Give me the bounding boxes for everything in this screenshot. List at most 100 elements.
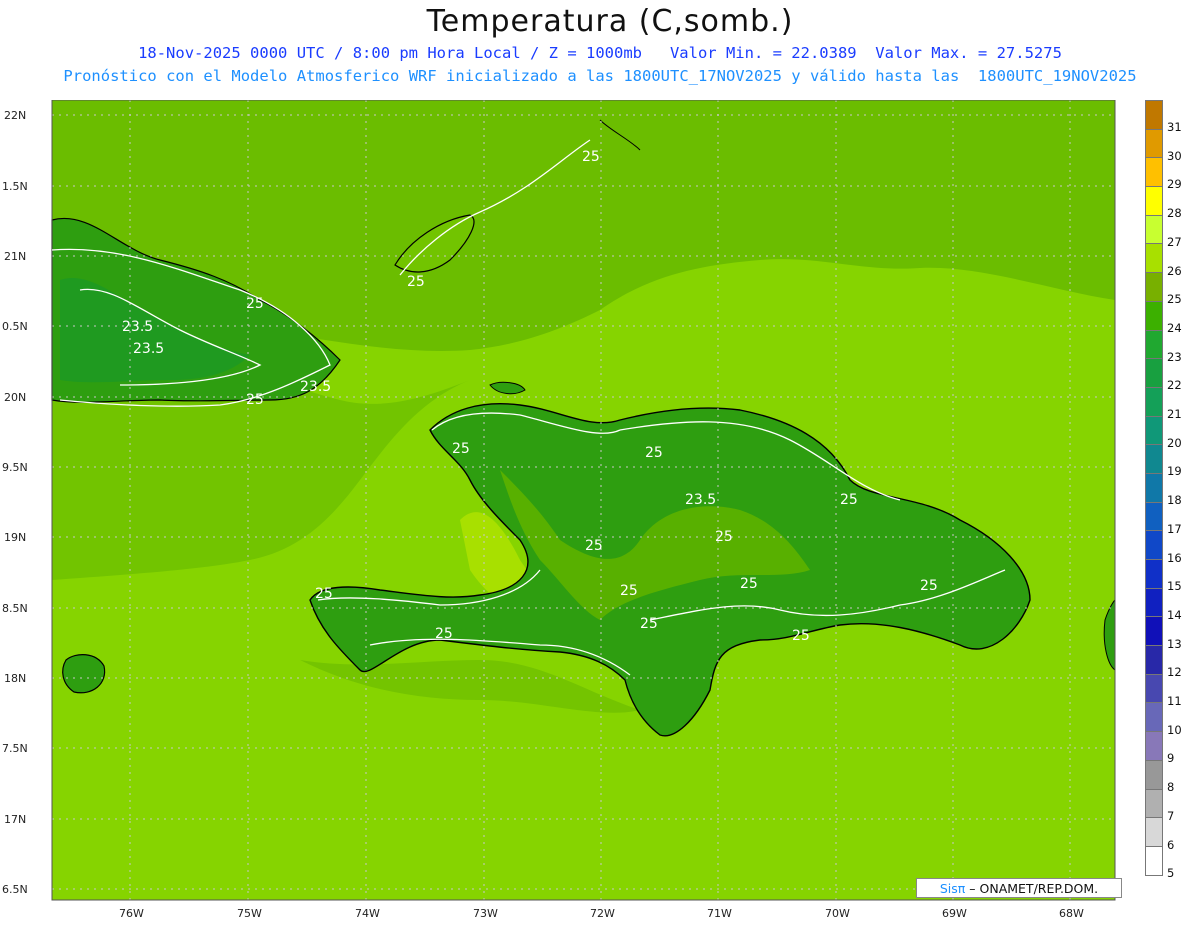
contour-label: 25 (582, 149, 600, 165)
credit-box: Sisπ – ONAMET/REP.DOM. (916, 878, 1122, 898)
colorbar-cell (1145, 845, 1163, 876)
colorbar-cell (1145, 616, 1163, 647)
colorbar-label: 22 (1167, 378, 1182, 393)
temperature-map: 22N 1.5N 21N 0.5N 20N 9.5N 19N 8.5N 18N … (2, 100, 1116, 920)
contour-label: 25 (407, 274, 425, 290)
contour-label: 25 (452, 441, 470, 457)
lat-label: 20N (4, 391, 26, 404)
contour-label: 25 (792, 628, 810, 644)
model-info-line: Pronóstico con el Modelo Atmosferico WRF… (63, 67, 1137, 85)
colorbar-cell (1145, 243, 1163, 274)
colorbar-cell (1145, 788, 1163, 819)
credit-text: – ONAMET/REP.DOM. (969, 881, 1099, 896)
colorbar-cell (1145, 817, 1163, 847)
colorbar-label: 11 (1167, 694, 1182, 708)
contour-label: 23.5 (685, 492, 716, 508)
colorbar-cell (1145, 530, 1163, 560)
colorbar-label: 26 (1167, 263, 1182, 278)
colorbar-cell (1145, 186, 1163, 216)
colorbar-label: 12 (1167, 665, 1182, 680)
contour-label: 23.5 (133, 341, 164, 357)
colorbar-label: 20 (1167, 435, 1182, 450)
lat-label: 17N (4, 813, 26, 826)
colorbar-label: 25 (1167, 292, 1182, 307)
colorbar-label: 19 (1167, 464, 1182, 479)
colorbar-label: 14 (1167, 607, 1182, 622)
contour-label: 25 (840, 492, 858, 508)
colorbar-label: 16 (1167, 550, 1182, 565)
colorbar-label: 18 (1167, 493, 1182, 508)
lat-label: 1.5N (2, 180, 28, 193)
forecast-time-line: 18-Nov-2025 0000 UTC / 8:00 pm Hora Loca… (138, 44, 1062, 62)
lon-label: 73W (473, 907, 498, 920)
contour-label: 25 (246, 296, 264, 312)
map-title: Temperatura (C,somb.) (426, 4, 794, 39)
colorbar-label: 9 (1167, 751, 1175, 766)
colorbar-cell (1145, 128, 1163, 159)
contour-label: 25 (585, 538, 603, 554)
lat-label: 9.5N (2, 461, 28, 474)
lon-label: 71W (707, 907, 732, 920)
colorbar-cell (1145, 329, 1163, 360)
contour-label: 23.5 (122, 319, 153, 335)
colorbar (1145, 100, 1163, 876)
lon-label: 74W (355, 907, 380, 920)
contour-label: 25 (715, 529, 733, 545)
colorbar-cell (1145, 731, 1163, 761)
longitude-labels: 76W 75W 74W 73W 72W 71W 70W 69W 68W (119, 907, 1084, 920)
colorbar-label: 7 (1167, 808, 1175, 823)
colorbar-cell (1145, 157, 1163, 188)
colorbar-label: 27 (1167, 234, 1182, 249)
contour-label: 25 (740, 576, 758, 592)
lat-label: 22N (4, 109, 26, 122)
colorbar-label: 29 (1167, 177, 1182, 192)
colorbar-label: 8 (1167, 780, 1175, 795)
colorbar-label: 30 (1167, 148, 1182, 163)
colorbar-label: 10 (1167, 722, 1182, 737)
colorbar-cell (1145, 673, 1163, 704)
lat-label: 6.5N (2, 883, 28, 896)
colorbar-cell (1145, 472, 1163, 503)
lat-label: 7.5N (2, 742, 28, 755)
contour-label: 25 (315, 586, 333, 602)
colorbar-label: 21 (1167, 407, 1182, 421)
lon-label: 70W (825, 907, 850, 920)
lat-label: 0.5N (2, 320, 28, 333)
contour-label: 25 (620, 583, 638, 599)
colorbar-cell (1145, 702, 1163, 733)
lat-label: 8.5N (2, 602, 28, 615)
sis-logo-text: Sisπ (939, 881, 966, 896)
colorbar-cell (1145, 444, 1163, 474)
lon-label: 72W (590, 907, 615, 920)
colorbar-cell (1145, 386, 1163, 417)
colorbar-cell (1145, 645, 1163, 675)
colorbar-cell (1145, 759, 1163, 790)
lon-label: 68W (1059, 907, 1084, 920)
colorbar-label: 13 (1167, 636, 1182, 651)
colorbar-label: 31 (1167, 120, 1182, 134)
lon-label: 75W (237, 907, 262, 920)
contour-label: 25 (435, 626, 453, 642)
contour-label: 25 (640, 616, 658, 632)
colorbar-label: 28 (1167, 206, 1182, 221)
colorbar-label: 17 (1167, 521, 1182, 536)
colorbar-cell (1145, 214, 1163, 245)
jamaica-land (62, 654, 106, 694)
colorbar-cell (1145, 300, 1163, 331)
colorbar-cell (1145, 272, 1163, 302)
contour-label: 25 (246, 392, 264, 408)
colorbar-label: 15 (1167, 579, 1182, 594)
colorbar-cell (1145, 358, 1163, 388)
lat-label: 21N (4, 250, 26, 263)
colorbar-cell (1145, 587, 1163, 618)
contour-label: 25 (920, 578, 938, 594)
colorbar-label: 6 (1167, 837, 1175, 852)
contour-label: 25 (645, 445, 663, 461)
contour-label: 23.5 (300, 379, 331, 395)
lat-label: 19N (4, 531, 26, 544)
lat-label: 18N (4, 672, 26, 685)
lon-label: 76W (119, 907, 144, 920)
colorbar-cell (1145, 559, 1163, 589)
colorbar-label: 24 (1167, 320, 1182, 335)
latitude-labels: 22N 1.5N 21N 0.5N 20N 9.5N 19N 8.5N 18N … (2, 109, 28, 896)
